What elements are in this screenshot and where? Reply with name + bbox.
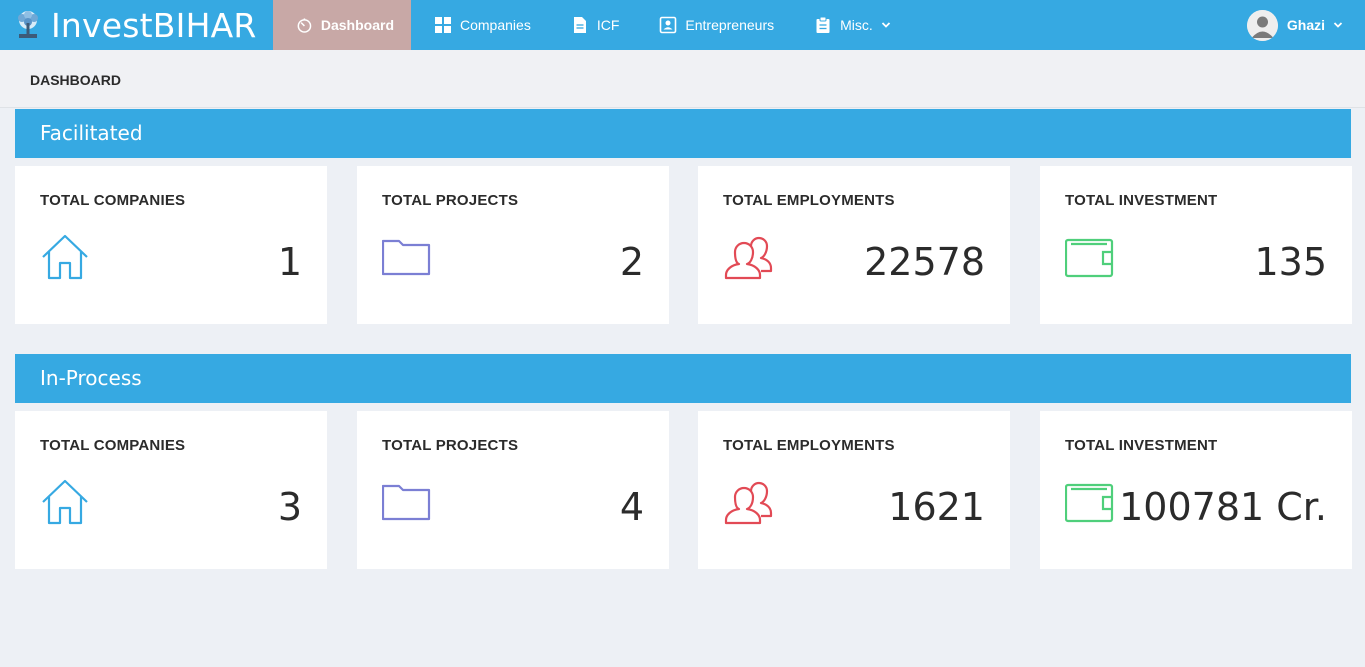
home-icon — [42, 234, 88, 280]
card-value: 4 — [619, 485, 644, 529]
dashboard-icon — [297, 18, 312, 33]
grid-icon — [435, 17, 451, 33]
section-header-facilitated: Facilitated — [15, 109, 1351, 158]
card-title: TOTAL INVESTMENT — [1065, 192, 1218, 209]
card-title: TOTAL EMPLOYMENTS — [723, 192, 895, 209]
page-title: DASHBOARD — [30, 72, 121, 88]
users-icon — [724, 236, 773, 280]
folder-icon — [382, 239, 431, 276]
chevron-down-icon — [881, 22, 890, 28]
stat-card-total-employments: TOTAL EMPLOYMENTS 22578 — [698, 166, 1010, 324]
user-name: Ghazi — [1286, 17, 1325, 33]
breadcrumb: DASHBOARD — [0, 50, 1365, 108]
stat-card-total-companies: TOTAL COMPANIES 1 — [15, 166, 327, 324]
nav-label: Dashboard — [320, 17, 394, 33]
brand-name: InvestBIHAR — [51, 5, 257, 45]
card-value: 1 — [277, 240, 302, 284]
avatar — [1246, 9, 1278, 41]
section-header-in-process: In-Process — [15, 354, 1351, 403]
folder-icon — [382, 484, 431, 521]
nav-label: Companies — [460, 17, 531, 33]
card-title: TOTAL INVESTMENT — [1065, 437, 1218, 454]
card-title: TOTAL PROJECTS — [382, 192, 519, 209]
top-navbar: InvestBIHAR Dashboard Companies ICF Entr… — [0, 0, 1365, 50]
stat-card-total-employments: TOTAL EMPLOYMENTS 1621 — [698, 411, 1010, 569]
document-icon — [573, 17, 586, 33]
card-value: 2 — [619, 240, 644, 284]
nav-label: Entrepreneurs — [685, 17, 775, 33]
clipboard-icon — [816, 16, 830, 33]
contact-card-icon — [660, 16, 677, 34]
stat-card-total-projects: TOTAL PROJECTS 2 — [357, 166, 669, 324]
nav-item-icf[interactable]: ICF — [548, 0, 637, 50]
nav-item-misc[interactable]: Misc. — [791, 0, 908, 50]
chevron-down-icon — [1333, 22, 1343, 28]
stat-card-total-projects: TOTAL PROJECTS 4 — [357, 411, 669, 569]
nav-item-dashboard[interactable]: Dashboard — [273, 0, 411, 50]
stat-card-total-companies: TOTAL COMPANIES 3 — [15, 411, 327, 569]
main-nav: Dashboard Companies ICF Entrepreneurs Mi… — [273, 0, 908, 50]
wallet-icon — [1065, 483, 1114, 523]
card-title: TOTAL PROJECTS — [382, 437, 519, 454]
nav-label: Misc. — [840, 17, 873, 33]
user-menu[interactable]: Ghazi — [1246, 0, 1343, 50]
tree-logo-icon — [18, 11, 38, 38]
user-avatar-icon — [1246, 9, 1278, 41]
nav-label: ICF — [596, 17, 620, 33]
card-title: TOTAL COMPANIES — [40, 437, 186, 454]
stat-card-total-investment: TOTAL INVESTMENT 135 — [1040, 166, 1352, 324]
brand[interactable]: InvestBIHAR — [0, 0, 273, 50]
card-title: TOTAL COMPANIES — [40, 192, 186, 209]
nav-item-entrepreneurs[interactable]: Entrepreneurs — [636, 0, 791, 50]
wallet-icon — [1065, 238, 1114, 278]
card-value: 22578 — [864, 240, 985, 284]
card-value: 135 — [1254, 240, 1327, 284]
nav-item-companies[interactable]: Companies — [411, 0, 548, 50]
card-value: 100781 Cr. — [1119, 485, 1327, 529]
card-title: TOTAL EMPLOYMENTS — [723, 437, 895, 454]
users-icon — [724, 481, 773, 525]
card-value: 1621 — [888, 485, 985, 529]
card-value: 3 — [277, 485, 302, 529]
stat-card-total-investment: TOTAL INVESTMENT 100781 Cr. — [1040, 411, 1352, 569]
home-icon — [42, 479, 88, 525]
